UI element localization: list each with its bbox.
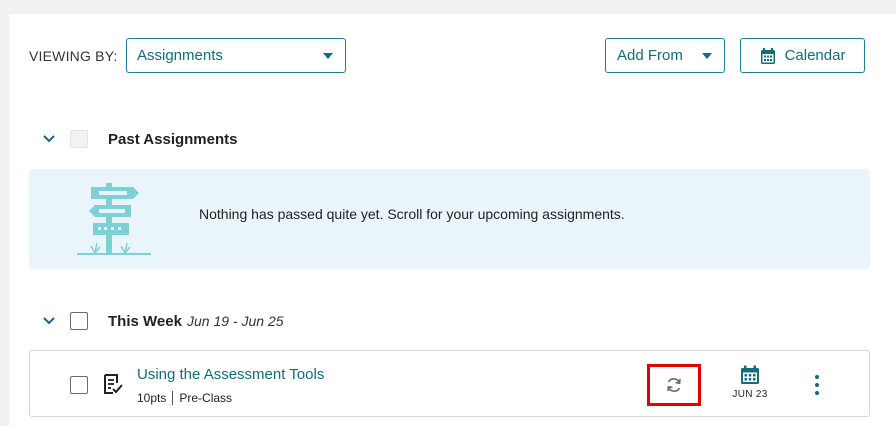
assignment-checkbox[interactable]	[70, 376, 88, 394]
this-week-header: This Week Jun 19 - Jun 25	[9, 306, 896, 336]
empty-state-message: Nothing has passed quite yet. Scroll for…	[199, 206, 625, 222]
past-assignments-header: Past Assignments	[9, 124, 896, 154]
chevron-down-icon[interactable]	[41, 131, 57, 147]
meta-divider	[172, 391, 174, 405]
this-week-title: This Week	[108, 312, 182, 330]
add-from-button[interactable]: Add From	[605, 38, 725, 73]
assignment-meta: 10pts Pre-Class	[137, 391, 232, 405]
past-assignments-title: Past Assignments	[108, 130, 238, 148]
signpost-icon	[77, 183, 151, 255]
view-select[interactable]: Assignments	[126, 38, 346, 73]
assignment-type: Pre-Class	[179, 391, 233, 405]
this-week-select-all-checkbox[interactable]	[70, 312, 88, 330]
assignment-points: 10pts	[137, 391, 167, 405]
sync-icon	[667, 378, 681, 392]
due-date[interactable]: JUN 23	[730, 365, 770, 400]
calendar-icon	[760, 47, 775, 64]
sync-button[interactable]	[647, 364, 701, 406]
assignment-doc-icon	[104, 374, 123, 394]
view-select-value: Assignments	[137, 47, 223, 64]
due-date-text: JUN 23	[732, 389, 768, 400]
caret-down-icon	[323, 53, 333, 59]
calendar-button[interactable]: Calendar	[740, 38, 865, 73]
assignment-row: Using the Assessment Tools 10pts Pre-Cla…	[29, 350, 870, 417]
chevron-down-icon[interactable]	[41, 313, 57, 329]
calendar-icon	[741, 365, 759, 384]
this-week-date-range: Jun 19 - Jun 25	[187, 313, 284, 329]
kebab-icon[interactable]	[814, 375, 820, 395]
calendar-label: Calendar	[784, 47, 846, 64]
add-from-label: Add From	[617, 47, 683, 64]
caret-down-icon	[702, 53, 712, 59]
viewing-by-label: VIEWING BY:	[29, 48, 118, 64]
past-select-all-checkbox	[70, 130, 88, 148]
assignment-title-link[interactable]: Using the Assessment Tools	[137, 366, 324, 383]
assignments-panel: VIEWING BY: Assignments Add From Calenda…	[9, 14, 896, 426]
past-empty-banner: Nothing has passed quite yet. Scroll for…	[29, 169, 870, 269]
